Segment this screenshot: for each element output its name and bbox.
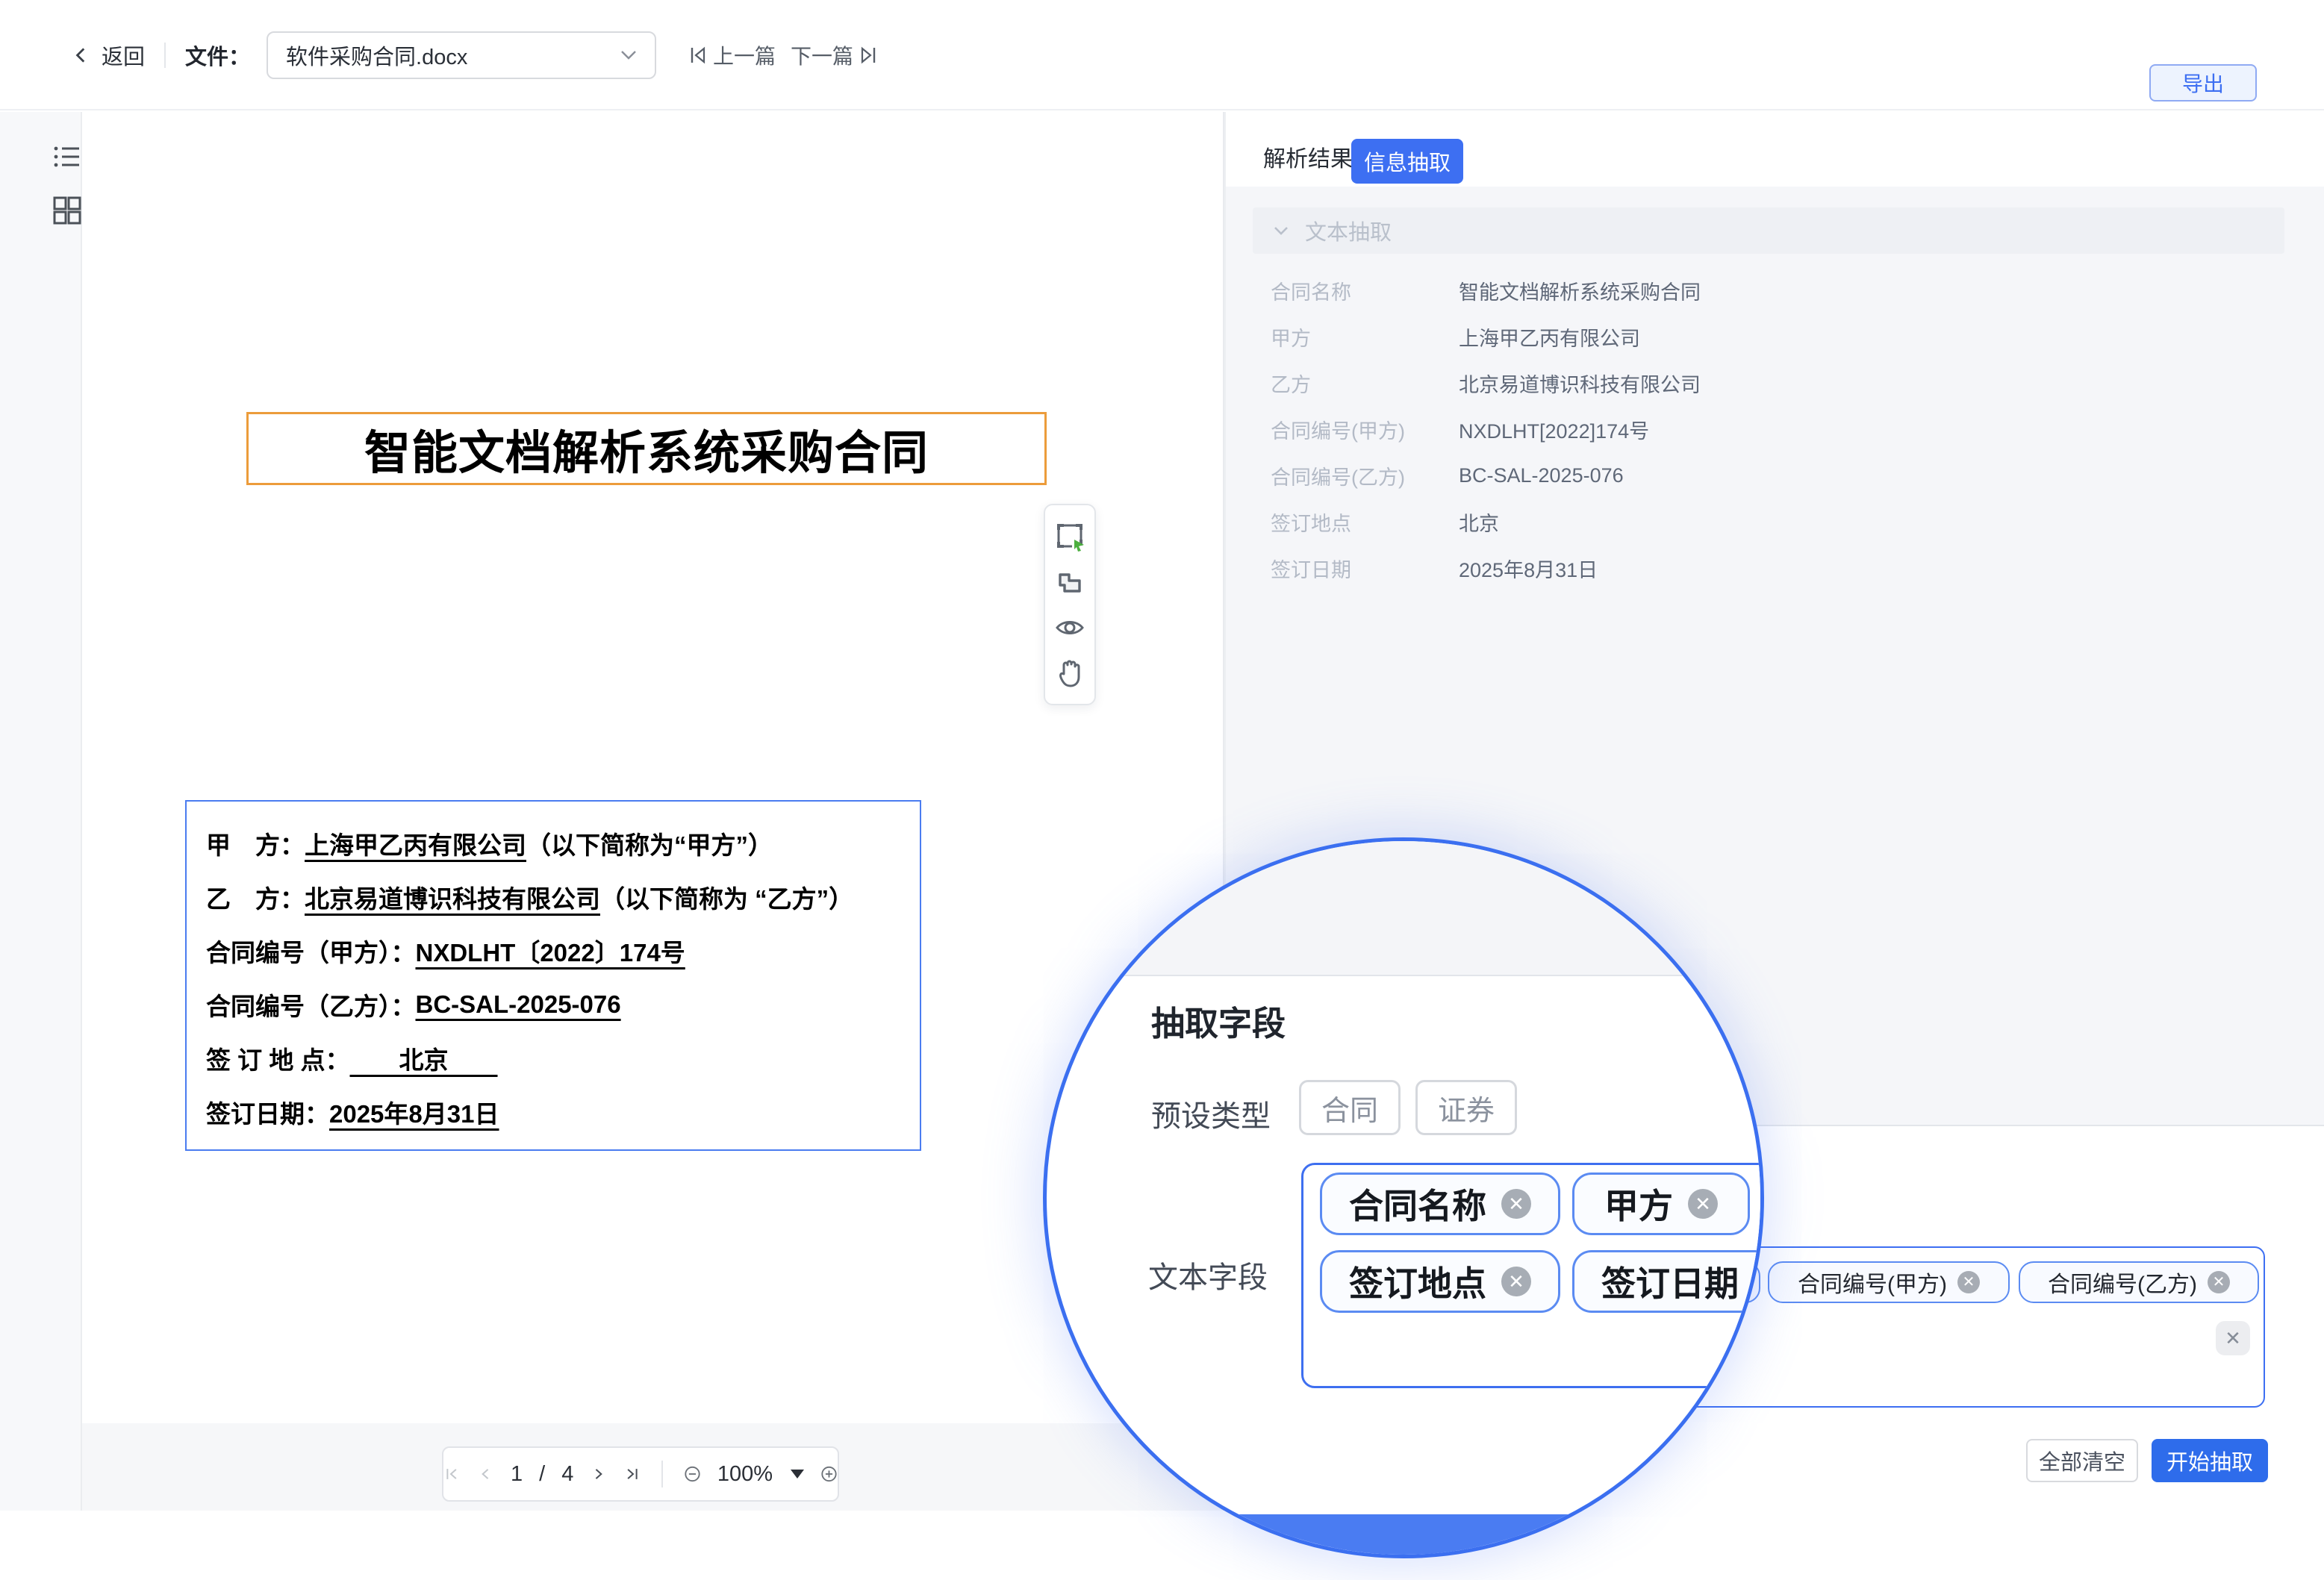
doc-title: 智能文档解析系统采购合同	[364, 415, 929, 482]
close-icon[interactable]: ✕	[2208, 1271, 2230, 1293]
magnifier-circle: 抽取字段 预设类型 合同 证券 文本字段 合同名称✕ 甲方✕ 签订地点✕ 签订日…	[1043, 837, 1764, 1558]
top-bar: 返回 文件： 软件采购合同.docx 上一篇 下一篇 导出	[0, 0, 2324, 110]
dropdown-chevron-icon	[620, 50, 637, 60]
close-icon[interactable]: ✕	[1957, 1271, 1980, 1293]
field-row: 乙方北京易道博识科技有限公司	[1271, 360, 2241, 406]
field-row: 签订地点北京	[1271, 499, 2241, 545]
next-article-label: 下一篇	[791, 40, 853, 70]
section-title: 文本抽取	[1305, 215, 1392, 246]
doc-line-party-a: 甲 方：上海甲乙丙有限公司（以下简称为“甲方”）	[206, 816, 900, 870]
close-icon[interactable]: ✕	[1501, 1189, 1531, 1219]
divider	[661, 1461, 663, 1487]
outline-list-icon[interactable]	[52, 142, 82, 172]
doc-title-highlight-box[interactable]: 智能文档解析系统采购合同	[246, 412, 1047, 485]
close-icon[interactable]: ✕	[1501, 1267, 1531, 1296]
contract-fields-box[interactable]: 甲 方：上海甲乙丙有限公司（以下简称为“甲方”） 乙 方：北京易道博识科技有限公…	[185, 800, 921, 1151]
file-dropdown-value: 软件采购合同.docx	[286, 40, 467, 71]
text-extract-header[interactable]: 文本抽取	[1253, 207, 2284, 254]
field-row: 甲方上海甲乙丙有限公司	[1271, 313, 2241, 360]
doc-line-party-b: 乙 方：北京易道博识科技有限公司（以下简称为 “乙方”）	[206, 870, 900, 924]
doc-line-sign-date: 签订日期：2025年8月31日	[206, 1085, 900, 1139]
zoom-in-icon[interactable]	[820, 1463, 838, 1485]
preset-contract-button[interactable]: 合同	[1299, 1080, 1401, 1135]
file-dropdown[interactable]: 软件采购合同.docx	[267, 31, 656, 79]
current-page: 1	[511, 1462, 523, 1487]
file-label: 文件：	[185, 40, 250, 71]
field-row: 签订日期2025年8月31日	[1271, 545, 2241, 591]
prev-article-label: 上一篇	[713, 40, 776, 70]
thumbnail-grid-icon[interactable]	[52, 196, 82, 225]
select-region-icon[interactable]	[1054, 520, 1085, 552]
app-screen: 返回 文件： 软件采购合同.docx 上一篇 下一篇 导出	[0, 0, 2324, 1580]
prev-page-icon[interactable]	[477, 1463, 494, 1485]
back-chevron-icon	[72, 46, 91, 65]
extracted-fields-list: 合同名称智能文档解析系统采购合同 甲方上海甲乙丙有限公司 乙方北京易道博识科技有…	[1271, 267, 2241, 591]
hand-icon[interactable]	[1054, 658, 1085, 689]
tab-info-extract[interactable]: 信息抽取	[1351, 139, 1463, 184]
article-nav: 上一篇 下一篇	[689, 40, 877, 70]
zoom-out-icon[interactable]	[684, 1463, 701, 1485]
preset-securities-button[interactable]: 证券	[1415, 1080, 1517, 1135]
field-row: 合同编号(甲方)NXDLHT[2022]174号	[1271, 406, 2241, 452]
eye-icon[interactable]	[1054, 612, 1085, 643]
total-pages: 4	[561, 1462, 573, 1487]
mag-tag-contract-name[interactable]: 合同名称✕	[1320, 1172, 1560, 1235]
start-extract-button[interactable]: 开始抽取	[2152, 1439, 2268, 1482]
overlap-shapes-icon[interactable]	[1054, 566, 1085, 597]
tag-contract-no-a[interactable]: 合同编号(甲方)✕	[1768, 1261, 2010, 1303]
caret-down-icon[interactable]	[791, 1470, 804, 1478]
next-page-icon[interactable]	[590, 1463, 607, 1485]
tag-contract-no-b[interactable]: 合同编号(乙方)✕	[2019, 1261, 2259, 1303]
magnifier-base	[1047, 1514, 1764, 1558]
tab-parse-result[interactable]: 解析结果	[1263, 140, 1353, 173]
collapse-chevron-icon	[1272, 222, 1290, 240]
back-button[interactable]: 返回	[72, 40, 145, 71]
export-button[interactable]: 导出	[2149, 64, 2257, 102]
mag-tag-sign-place[interactable]: 签订地点✕	[1320, 1250, 1560, 1313]
close-icon[interactable]: ✕	[1688, 1189, 1718, 1219]
field-row: 合同名称智能文档解析系统采购合同	[1271, 267, 2241, 313]
clear-input-icon[interactable]: ✕	[2216, 1321, 2250, 1355]
doc-line-contract-no-b: 合同编号（乙方）：BC-SAL-2025-076	[206, 978, 900, 1031]
doc-line-sign-place: 签 订 地 点： 北京	[206, 1031, 900, 1085]
document-viewer: 智能文档解析系统采购合同 甲 方：上海甲乙丙有限公司（以下简称为“甲方”） 乙 …	[82, 112, 1224, 1511]
zoom-level: 100%	[717, 1462, 773, 1487]
page-controls: 1 / 4 100%	[442, 1446, 839, 1502]
text-fields-label: 文本字段	[1148, 1253, 1268, 1296]
preset-type-label: 预设类型	[1151, 1092, 1271, 1135]
magnified-panel-title: 抽取字段	[1151, 996, 1286, 1045]
next-article-button[interactable]: 下一篇	[791, 40, 877, 70]
mag-tag-sign-date[interactable]: 签订日期✕	[1572, 1250, 1764, 1313]
prev-article-button[interactable]: 上一篇	[689, 40, 776, 70]
magnified-fields-bg	[1047, 841, 1764, 976]
back-label: 返回	[102, 40, 145, 71]
next-article-icon	[859, 46, 877, 65]
divider	[164, 43, 166, 68]
viewer-toolbar	[1044, 504, 1096, 705]
doc-line-contract-no-a: 合同编号（甲方）：NXDLHT〔2022〕174号	[206, 924, 900, 978]
left-rail	[0, 112, 82, 1511]
last-page-icon[interactable]	[623, 1463, 641, 1485]
mag-tag-party-a[interactable]: 甲方✕	[1572, 1172, 1750, 1235]
prev-article-icon	[689, 46, 707, 65]
clear-all-button[interactable]: 全部清空	[2026, 1439, 2138, 1482]
first-page-icon[interactable]	[443, 1463, 461, 1485]
page-separator: /	[539, 1462, 545, 1487]
panel-tabs: 解析结果 信息抽取	[1226, 112, 2324, 187]
field-row: 合同编号(乙方)BC-SAL-2025-076	[1271, 452, 2241, 499]
